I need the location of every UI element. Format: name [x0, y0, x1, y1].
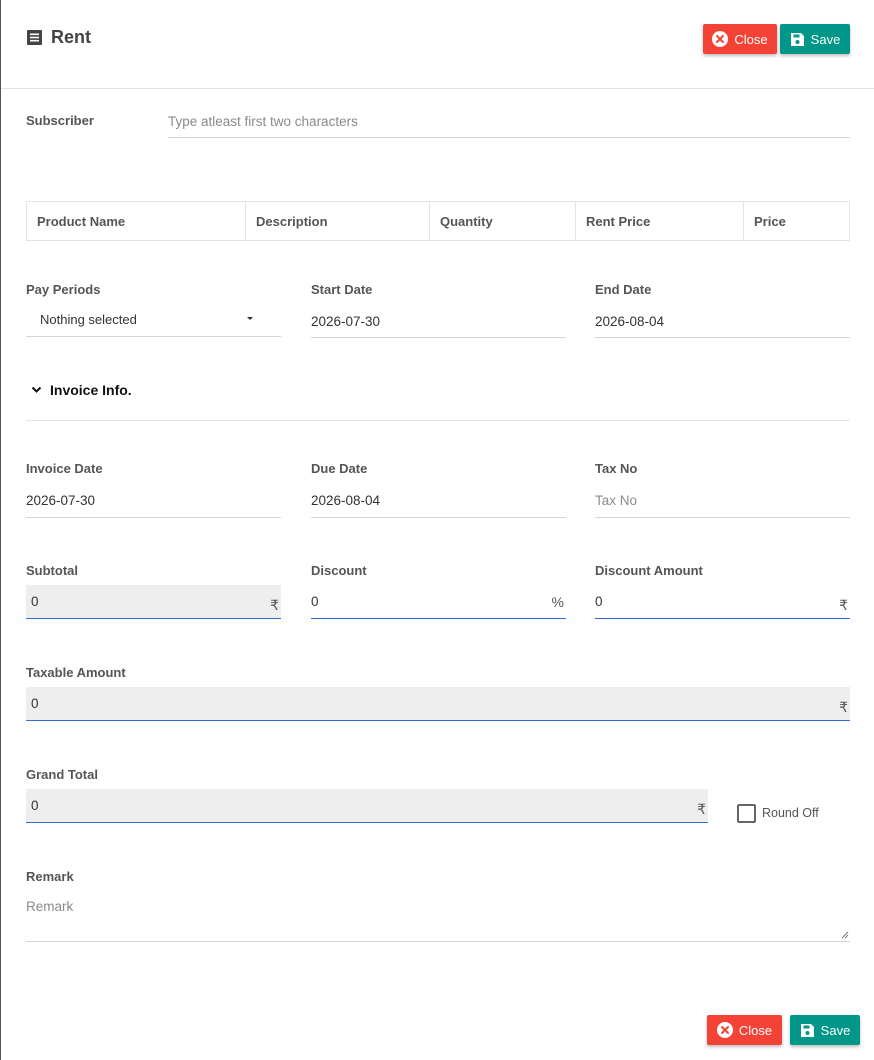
taxable-amount-value: 0	[31, 696, 39, 711]
discount-amount-input[interactable]: 0 ₹	[595, 585, 850, 619]
column-header-quantity: Quantity	[429, 201, 576, 241]
remark-textarea[interactable]: Remark	[26, 895, 850, 942]
rupee-icon: ₹	[697, 801, 706, 817]
column-header-product-name: Product Name	[26, 201, 246, 241]
close-circle-icon	[712, 31, 729, 47]
page-title: Rent	[26, 27, 91, 48]
subtotal-value: 0	[31, 594, 39, 609]
close-button-label: Close	[734, 31, 768, 47]
chevron-down-icon	[31, 386, 42, 393]
tax-no-input[interactable]: Tax No	[595, 484, 850, 518]
start-date-input[interactable]: 2026-07-30	[311, 305, 566, 338]
invoice-date-value: 2026-07-30	[26, 493, 96, 508]
footer-save-label: Save	[820, 1022, 851, 1038]
end-date-value: 2026-08-04	[595, 313, 665, 329]
round-off-checkbox[interactable]	[737, 804, 756, 823]
start-date-label: Start Date	[311, 282, 373, 297]
grand-total-value: 0	[31, 798, 39, 813]
remark-placeholder: Remark	[26, 899, 74, 914]
products-table: Product Name Description Quantity Rent P…	[26, 201, 850, 241]
pay-periods-value: Nothing selected	[40, 311, 137, 327]
due-date-input[interactable]: 2026-08-04	[311, 484, 566, 518]
taxable-amount-label: Taxable Amount	[26, 665, 126, 680]
floppy-disk-icon	[790, 32, 804, 46]
percent-icon: %	[551, 594, 564, 610]
subtotal-label: Subtotal	[26, 563, 78, 578]
floppy-disk-icon	[800, 1023, 814, 1037]
invoice-date-label: Invoice Date	[26, 461, 103, 476]
invoice-date-input[interactable]: 2026-07-30	[26, 484, 281, 518]
subscriber-placeholder: Type atleast first two characters	[168, 114, 358, 129]
end-date-label: End Date	[595, 282, 652, 297]
rupee-icon: ₹	[839, 699, 848, 715]
close-circle-icon	[716, 1022, 733, 1038]
discount-label: Discount	[311, 563, 367, 578]
save-button[interactable]: Save	[780, 24, 850, 54]
resize-grip-icon[interactable]	[841, 931, 849, 939]
subtotal-input[interactable]: 0 ₹	[26, 585, 281, 619]
rupee-icon: ₹	[839, 597, 848, 613]
list-document-icon	[27, 30, 42, 45]
invoice-info-title: Invoice Info.	[50, 382, 132, 398]
discount-value: 0	[311, 594, 319, 609]
column-header-price: Price	[743, 201, 850, 241]
start-date-value: 2026-07-30	[311, 313, 381, 329]
taxable-amount-input[interactable]: 0 ₹	[26, 687, 850, 721]
discount-input[interactable]: 0 %	[311, 585, 566, 619]
discount-amount-value: 0	[595, 594, 603, 609]
grand-total-label: Grand Total	[26, 767, 98, 782]
pay-periods-select[interactable]: Nothing selected	[26, 302, 281, 337]
modal-header: Rent Close Save	[1, 0, 874, 89]
round-off-label: Round Off	[762, 806, 819, 820]
due-date-value: 2026-08-04	[311, 493, 381, 508]
invoice-info-toggle[interactable]: Invoice Info.	[31, 382, 132, 398]
tax-no-placeholder: Tax No	[595, 493, 638, 508]
footer-close-button[interactable]: Close	[707, 1015, 782, 1045]
table-header-row: Product Name Description Quantity Rent P…	[26, 201, 850, 241]
save-button-label: Save	[810, 31, 841, 47]
subscriber-label: Subscriber	[26, 113, 94, 128]
pay-periods-label: Pay Periods	[26, 282, 101, 297]
subscriber-input[interactable]: Type atleast first two characters	[168, 106, 850, 138]
caret-down-icon	[247, 317, 253, 320]
grand-total-input[interactable]: 0 ₹	[26, 789, 708, 823]
tax-no-label: Tax No	[595, 461, 638, 476]
footer-close-label: Close	[738, 1022, 773, 1038]
due-date-label: Due Date	[311, 461, 368, 476]
remark-label: Remark	[26, 869, 74, 884]
discount-amount-label: Discount Amount	[595, 563, 703, 578]
rent-modal: Rent Close Save Subscriber Type atleast …	[0, 0, 874, 1060]
footer-save-button[interactable]: Save	[790, 1015, 860, 1045]
rupee-icon: ₹	[270, 597, 279, 613]
section-divider	[26, 420, 850, 421]
close-button[interactable]: Close	[703, 24, 777, 54]
end-date-input[interactable]: 2026-08-04	[595, 305, 850, 338]
page-title-text: Rent	[51, 27, 91, 47]
column-header-description: Description	[245, 201, 430, 241]
column-header-rent-price: Rent Price	[575, 201, 744, 241]
